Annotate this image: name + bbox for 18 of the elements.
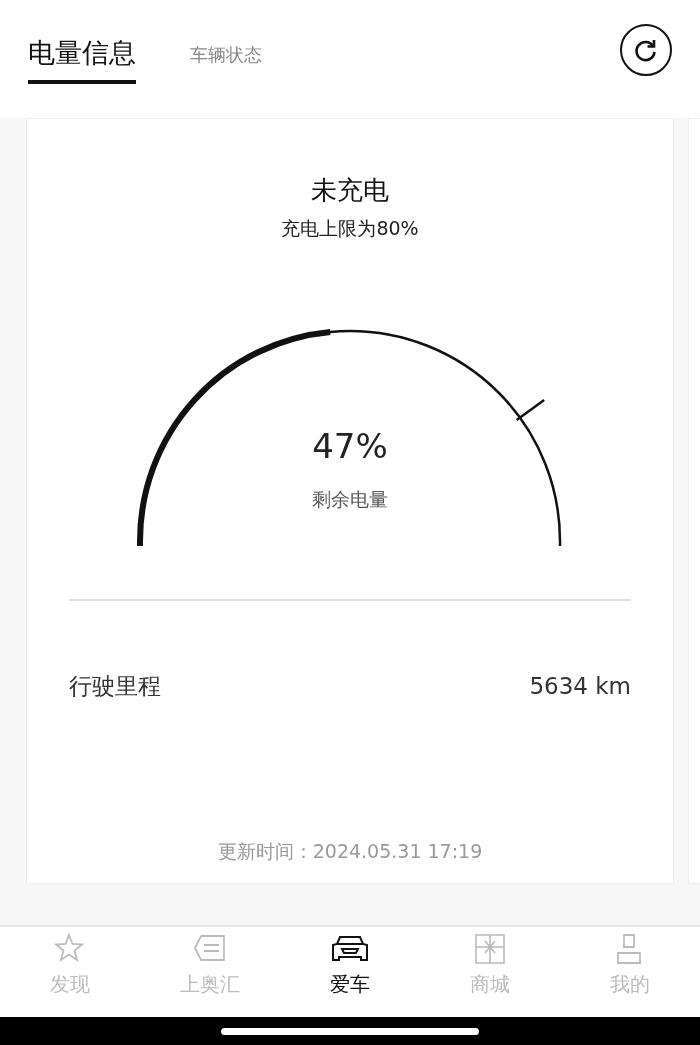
refresh-button[interactable] <box>620 24 672 76</box>
gift-box-icon <box>474 933 506 965</box>
mileage-value: 5634 km <box>529 671 631 701</box>
update-time: 更新时间：2024.05.31 17:19 <box>217 838 483 864</box>
refresh-icon <box>633 37 659 63</box>
tab[interactable]: 车辆状态 <box>190 0 262 84</box>
charge-limit-marker <box>515 398 545 421</box>
battery-label: 剩余电量 <box>311 486 389 512</box>
tab[interactable]: 电量信息 <box>28 0 136 84</box>
battery-percentage: 47% <box>311 424 389 468</box>
mileage-label: 行驶里程 <box>69 671 161 701</box>
nav-tab[interactable]: 爱车 <box>280 927 420 1017</box>
nav-tab[interactable]: 发现 <box>0 927 140 1017</box>
nav-tab[interactable]: 我的 <box>560 927 700 1017</box>
nav-tab[interactable]: 商城 <box>420 927 560 1017</box>
nav-tab[interactable]: 上奥汇 <box>140 927 280 1017</box>
charge-limit-text: 充电上限为80% <box>281 216 419 241</box>
charge-status: 未充电 <box>311 174 389 207</box>
